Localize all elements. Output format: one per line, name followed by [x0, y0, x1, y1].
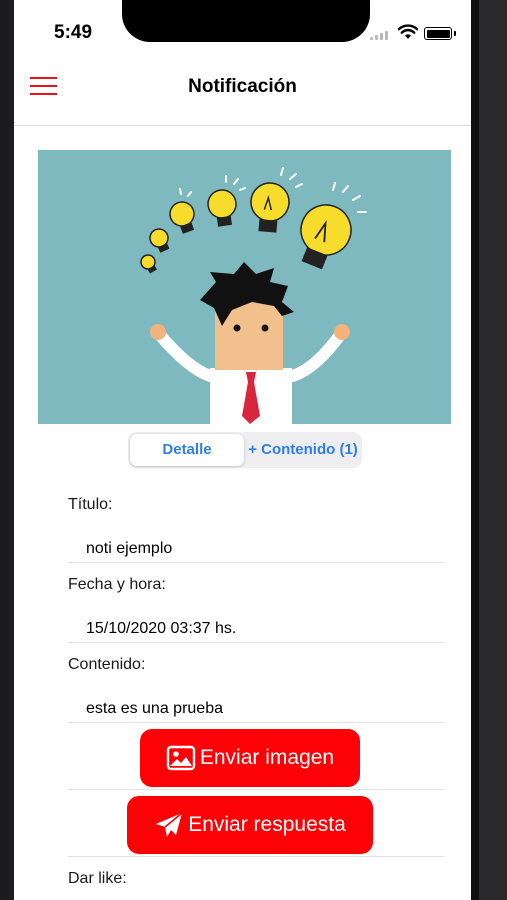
- navigation-bar: Notificación: [14, 60, 471, 126]
- page-title: Notificación: [188, 76, 297, 97]
- divider: [68, 722, 445, 723]
- status-time: 5:49: [54, 22, 93, 43]
- send-image-label: Enviar imagen: [199, 746, 335, 769]
- lightbulb-icon: [140, 167, 367, 274]
- title-value: noti ejemplo: [86, 540, 173, 557]
- divider: [68, 789, 445, 790]
- signal-icon: [370, 30, 392, 40]
- device-frame-left: [0, 0, 14, 900]
- battery-icon: [424, 27, 456, 40]
- phone-screen: 5:49 Notificación Detalle + Contenido (1…: [14, 0, 471, 900]
- status-bar: 5:49: [14, 0, 471, 60]
- paper-plane-icon: [156, 812, 183, 837]
- device-frame-right: [471, 0, 507, 900]
- send-reply-button[interactable]: Enviar respuesta: [127, 796, 373, 854]
- divider: [68, 642, 445, 643]
- notification-image: [38, 150, 451, 424]
- device-notch: [122, 0, 370, 42]
- send-reply-label: Enviar respuesta: [188, 813, 346, 836]
- title-label: Título:: [68, 496, 113, 513]
- content-label: Contenido:: [68, 656, 146, 673]
- idea-man-illustration: [140, 167, 367, 424]
- send-image-button[interactable]: Enviar imagen: [140, 729, 360, 787]
- content-value: esta es una prueba: [86, 700, 223, 717]
- segmented-control: Detalle + Contenido (1): [128, 432, 362, 468]
- tab-detalle[interactable]: Detalle: [130, 434, 244, 466]
- image-icon: [166, 745, 196, 771]
- tab-contenido[interactable]: + Contenido (1): [246, 434, 360, 466]
- like-label: Dar like:: [68, 870, 127, 887]
- date-value: 15/10/2020 03:37 hs.: [86, 620, 237, 637]
- divider: [68, 856, 445, 857]
- divider: [68, 562, 445, 563]
- date-label: Fecha y hora:: [68, 576, 166, 593]
- wifi-icon: [398, 24, 418, 39]
